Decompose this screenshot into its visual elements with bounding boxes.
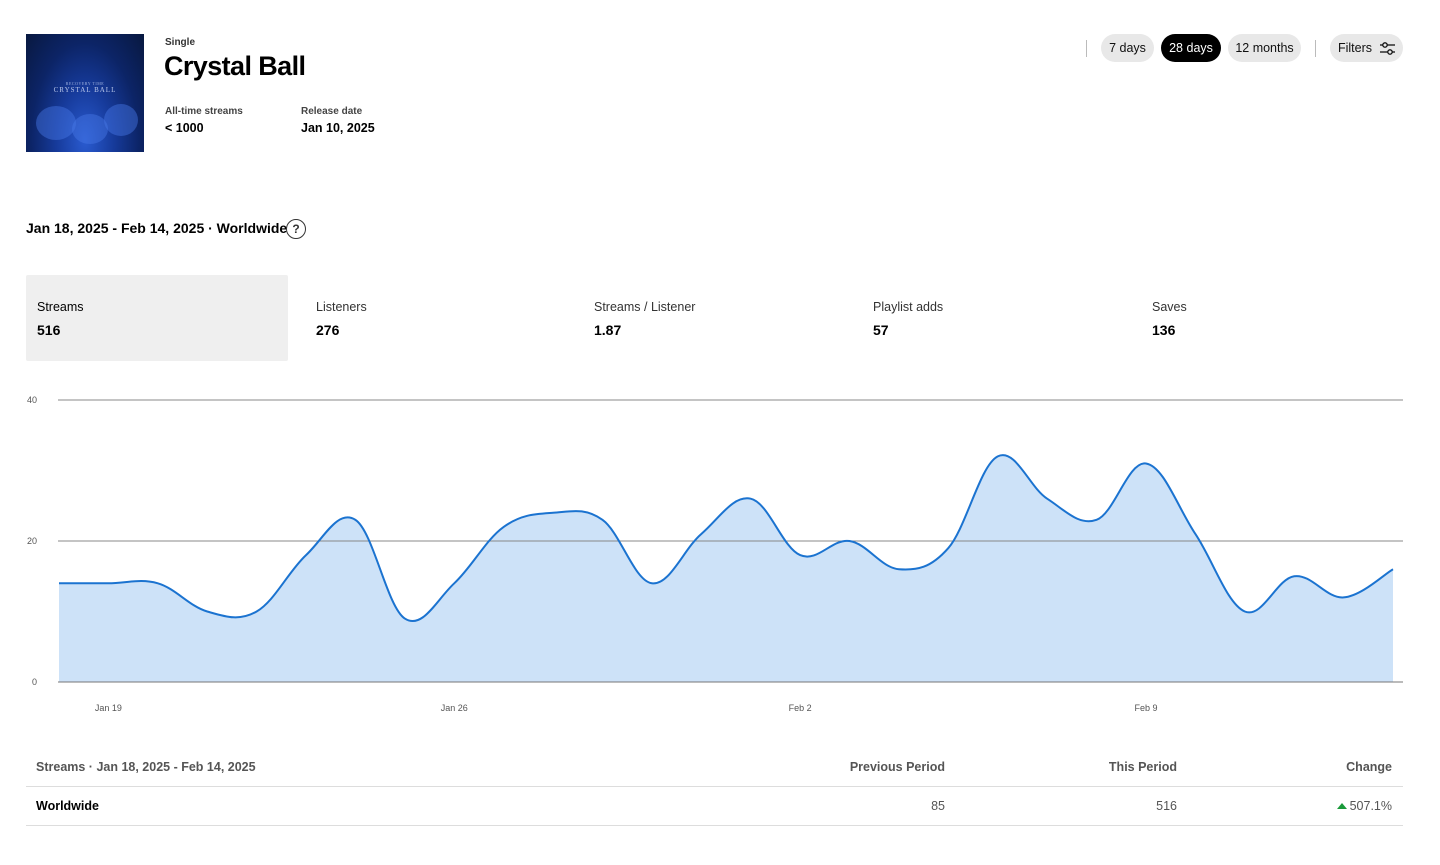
divider bbox=[1086, 40, 1087, 57]
question-icon[interactable]: ? bbox=[286, 219, 306, 239]
y-tick-label: 40 bbox=[27, 395, 37, 405]
release-type: Single bbox=[165, 37, 196, 48]
metric-label: Listeners bbox=[316, 300, 367, 314]
trend-up-icon bbox=[1336, 803, 1347, 809]
filters-label: Filters bbox=[1337, 41, 1373, 55]
filters-button[interactable]: Filters bbox=[1330, 34, 1403, 62]
x-tick-label: Feb 2 bbox=[789, 703, 812, 713]
all-time-streams-value: < 1000 bbox=[165, 121, 204, 135]
release-date-label: Release date bbox=[301, 106, 363, 117]
x-tick-label: Jan 26 bbox=[441, 703, 468, 713]
column-header-this-period: This Period bbox=[1108, 760, 1177, 774]
cover-title-text: CRYSTAL BALL bbox=[53, 86, 117, 94]
release-date-value: Jan 10, 2025 bbox=[301, 121, 375, 135]
range-12-months-button[interactable]: 12 months bbox=[1228, 34, 1301, 62]
album-cover: RECOVERY TIME CRYSTAL BALL bbox=[26, 34, 144, 152]
streams-chart[interactable]: 0 20 40 Jan 19 Jan 26 Feb 2 Feb 9 bbox=[0, 385, 1440, 725]
chart-area-fill bbox=[59, 455, 1393, 682]
table-row[interactable]: Worldwide 85 516 507.1% bbox=[26, 787, 1403, 826]
metric-saves[interactable]: Saves 136 bbox=[1141, 275, 1403, 361]
divider bbox=[1315, 40, 1316, 57]
metric-value: 1.87 bbox=[594, 322, 622, 338]
metric-listeners[interactable]: Listeners 276 bbox=[305, 275, 567, 361]
sliders-icon bbox=[1380, 41, 1396, 55]
metric-value: 276 bbox=[316, 322, 340, 338]
column-header-change: Change bbox=[1346, 760, 1392, 774]
x-tick-label: Feb 9 bbox=[1134, 703, 1157, 713]
period-summary: Jan 18, 2025 - Feb 14, 2025 · Worldwide bbox=[26, 220, 288, 236]
y-tick-label: 0 bbox=[32, 677, 37, 687]
metric-label: Saves bbox=[1152, 300, 1187, 314]
previous-period-cell: 85 bbox=[931, 799, 945, 813]
change-cell: 507.1% bbox=[1336, 799, 1392, 813]
range-7-days-button[interactable]: 7 days bbox=[1101, 34, 1154, 62]
metric-playlist-adds[interactable]: Playlist adds 57 bbox=[862, 275, 1124, 361]
metric-streams-per-listener[interactable]: Streams / Listener 1.87 bbox=[583, 275, 845, 361]
metric-value: 136 bbox=[1152, 322, 1176, 338]
range-28-days-button[interactable]: 28 days bbox=[1161, 34, 1221, 62]
page-title: Crystal Ball bbox=[164, 51, 306, 81]
metric-label: Streams / Listener bbox=[594, 300, 696, 314]
this-period-cell: 516 bbox=[1156, 799, 1177, 813]
all-time-streams-label: All-time streams bbox=[165, 106, 243, 117]
table-title: Streams · Jan 18, 2025 - Feb 14, 2025 bbox=[36, 760, 256, 774]
table-header: Streams · Jan 18, 2025 - Feb 14, 2025 Pr… bbox=[26, 750, 1403, 787]
metric-value: 57 bbox=[873, 322, 889, 338]
column-header-previous-period: Previous Period bbox=[849, 760, 945, 774]
metric-streams[interactable]: Streams 516 bbox=[26, 275, 288, 361]
cover-flower bbox=[104, 104, 138, 136]
cover-flower bbox=[72, 114, 108, 144]
metric-label: Playlist adds bbox=[873, 300, 944, 314]
region-cell: Worldwide bbox=[36, 799, 99, 813]
y-tick-label: 20 bbox=[27, 536, 37, 546]
change-value: 507.1% bbox=[1349, 799, 1392, 813]
metric-value: 516 bbox=[37, 322, 61, 338]
cover-flower bbox=[36, 106, 76, 140]
metric-label: Streams bbox=[37, 300, 84, 314]
x-tick-label: Jan 19 bbox=[95, 703, 122, 713]
